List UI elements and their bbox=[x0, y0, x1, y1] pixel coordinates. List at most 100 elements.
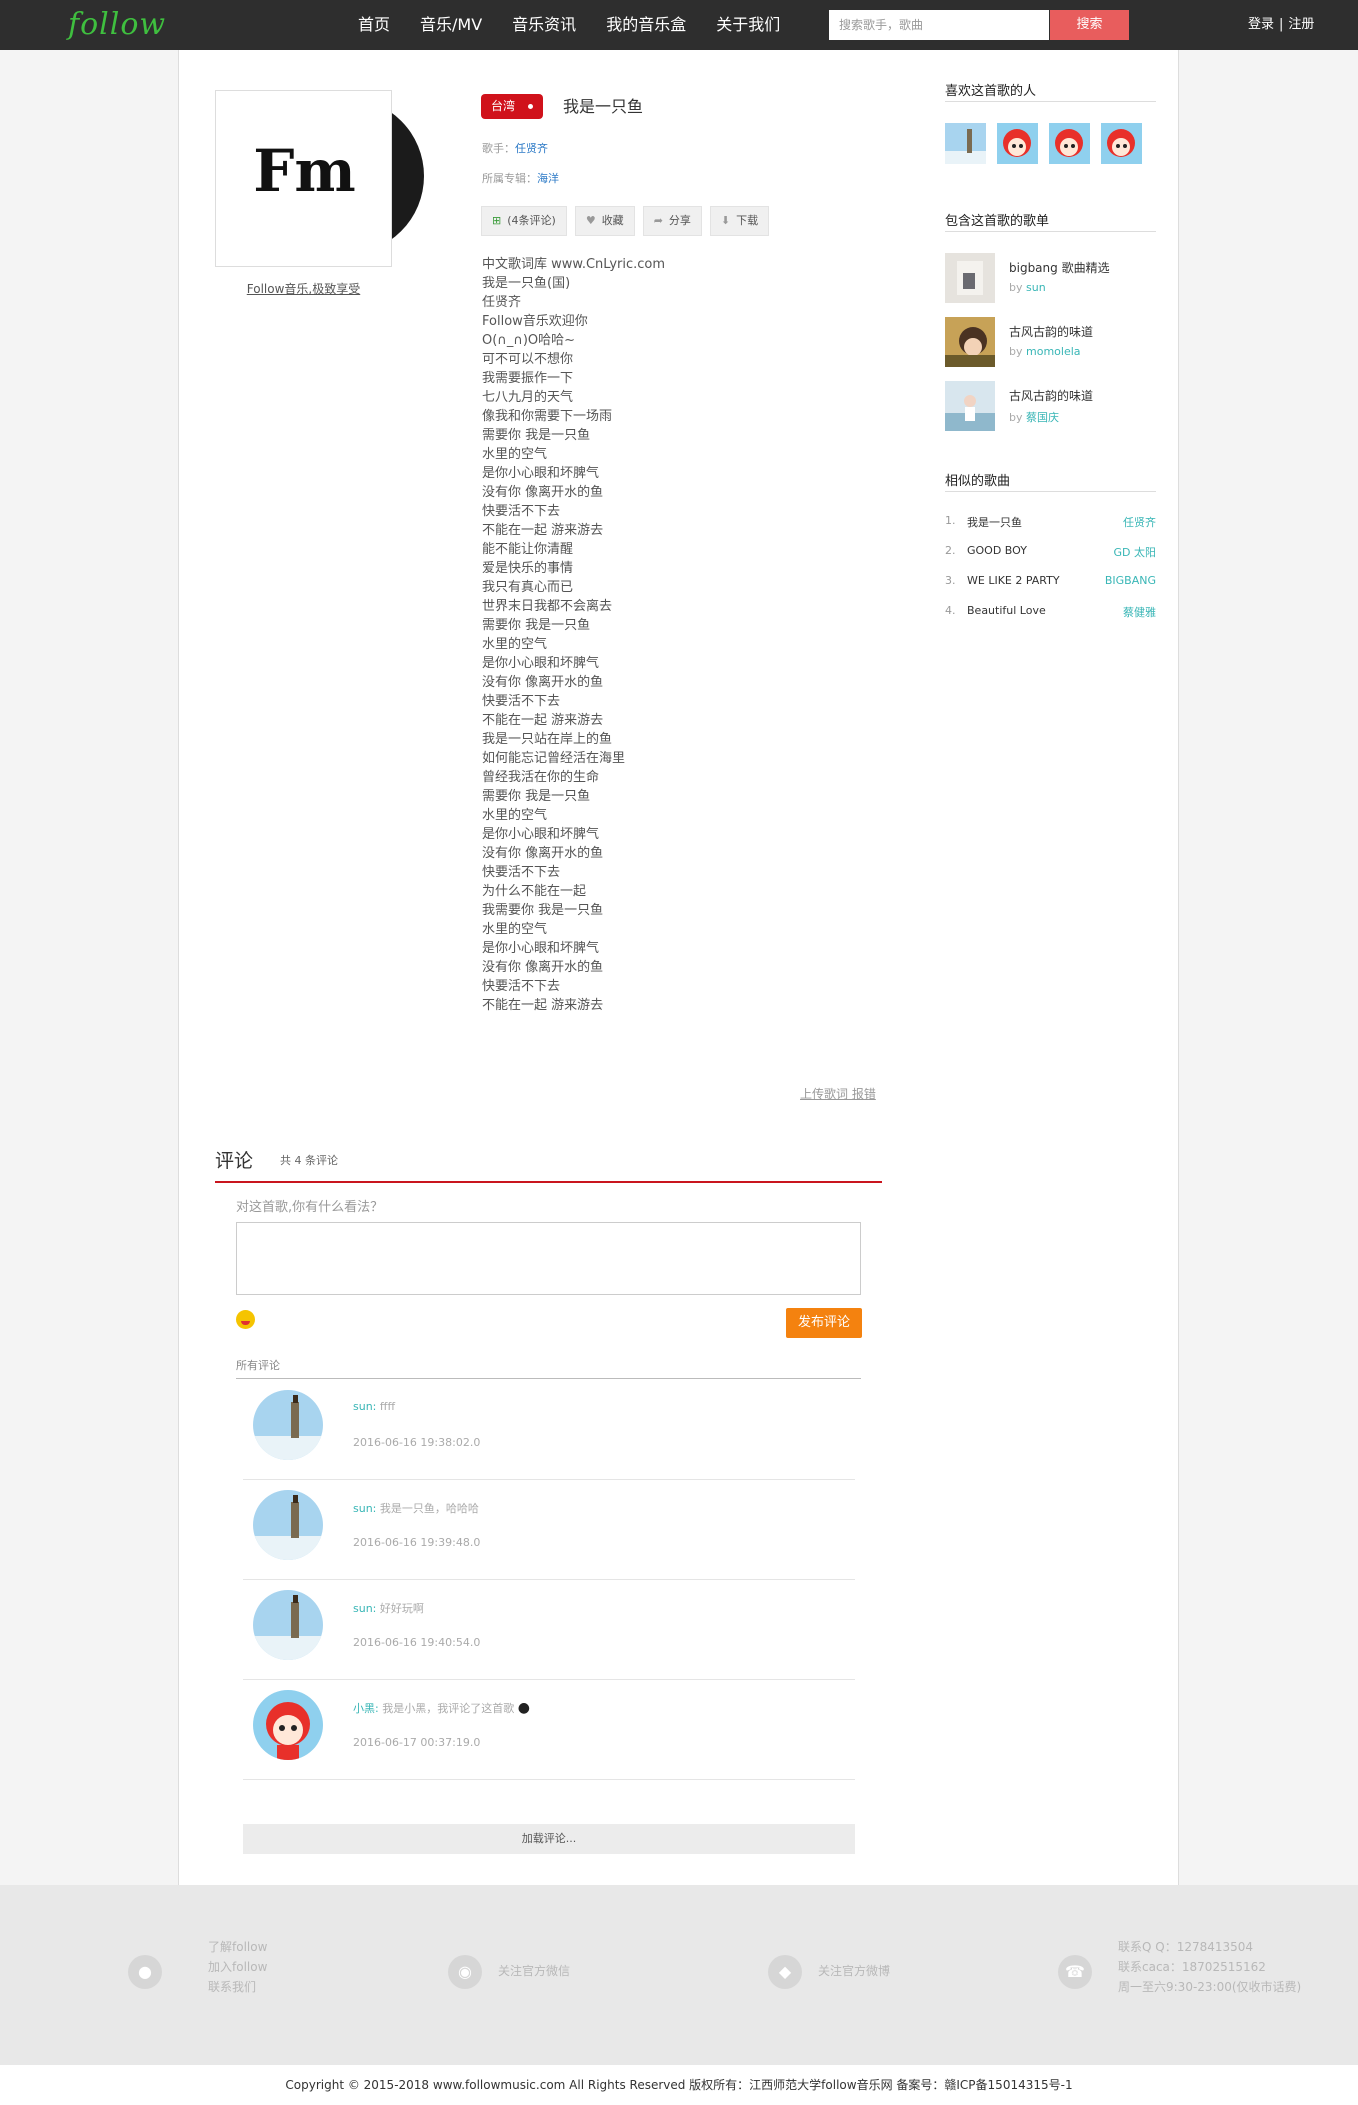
upload-lyrics-link[interactable]: 上传歌词 报错 bbox=[800, 1085, 876, 1102]
similar-song-artist[interactable]: 蔡健雅 bbox=[1123, 604, 1156, 620]
lyric-line: 我是一只站在岸上的鱼 bbox=[482, 732, 613, 747]
lyric-line: 快要活不下去 bbox=[482, 979, 561, 994]
playlist-user[interactable]: 蔡国庆 bbox=[1026, 411, 1059, 424]
nav-music-news[interactable]: 音乐资讯 bbox=[512, 0, 576, 50]
footer-qq: 联系Q Q：1278413504 bbox=[1118, 1940, 1254, 1954]
comment-user[interactable]: sun: bbox=[353, 1400, 376, 1413]
download-button[interactable]: ⬇ 下载 bbox=[709, 206, 770, 236]
nav-about-us[interactable]: 关于我们 bbox=[716, 0, 780, 50]
register-link[interactable]: 注册 bbox=[1288, 17, 1314, 32]
playlist-item[interactable]: bigbang 歌曲精选 by sun bbox=[945, 253, 1156, 303]
post-comment-button[interactable]: 发布评论 bbox=[786, 1308, 862, 1338]
cover-caption-link[interactable]: Follow音乐,极致享受 bbox=[215, 280, 392, 297]
similar-song-artist[interactable]: 任贤齐 bbox=[1123, 514, 1156, 530]
lyric-line: 没有你 像离开水的鱼 bbox=[482, 960, 604, 975]
comment-content: sun: 我是一只鱼，哈哈哈 bbox=[353, 1500, 479, 1516]
lyric-line: 快要活不下去 bbox=[482, 504, 561, 519]
nav-music-mv[interactable]: 音乐/MV bbox=[420, 0, 482, 50]
comment-user[interactable]: sun: bbox=[353, 1502, 376, 1515]
lyric-line: 是你小心眼和坏脾气 bbox=[482, 466, 600, 481]
similar-song-item[interactable]: 4. Beautiful Love 蔡健雅 bbox=[945, 604, 1156, 622]
nav-home[interactable]: 首页 bbox=[358, 0, 390, 50]
album-label: 所属专辑： bbox=[482, 172, 537, 185]
lyric-line: 爱是快乐的事情 bbox=[482, 561, 574, 576]
lyric-line: 水里的空气 bbox=[482, 637, 548, 652]
playlist-name: bigbang 歌曲精选 bbox=[1009, 261, 1110, 275]
footer-about-follow[interactable]: 了解follow bbox=[208, 1937, 267, 1957]
share-icon: ➦ bbox=[653, 214, 663, 227]
footer-join-follow[interactable]: 加入follow bbox=[208, 1957, 267, 1977]
similar-song-item[interactable]: 3. WE LIKE 2 PARTY BIGBANG bbox=[945, 574, 1156, 592]
comment-textarea[interactable] bbox=[236, 1222, 861, 1295]
footer-contact-us[interactable]: 联系我们 bbox=[208, 1977, 267, 1997]
comment-user[interactable]: 小黑: bbox=[353, 1702, 379, 1715]
avatar[interactable] bbox=[253, 1590, 323, 1660]
singer-link[interactable]: 任贤齐 bbox=[515, 142, 548, 155]
avatar[interactable] bbox=[253, 1490, 323, 1560]
avatar[interactable] bbox=[1049, 123, 1090, 164]
comment-prompt: 对这首歌,你有什么看法？ bbox=[236, 1200, 384, 1215]
site-logo[interactable]: follow bbox=[68, 8, 198, 42]
similar-song-name[interactable]: WE LIKE 2 PARTY bbox=[967, 574, 1060, 587]
similar-song-item[interactable]: 1. 我是一只鱼 任贤齐 bbox=[945, 514, 1156, 532]
collect-button[interactable]: ♥ 收藏 bbox=[574, 206, 635, 236]
playlist-item[interactable]: 古风古韵的味道 by momolela bbox=[945, 317, 1156, 367]
avatar[interactable] bbox=[253, 1690, 323, 1760]
avatar[interactable] bbox=[253, 1390, 323, 1460]
footer-weibo[interactable]: 关注官方微博 bbox=[818, 1961, 890, 1981]
lyric-line: 没有你 像离开水的鱼 bbox=[482, 675, 604, 690]
playlist-user[interactable]: sun bbox=[1026, 281, 1046, 294]
avatar[interactable] bbox=[1101, 123, 1142, 164]
share-button[interactable]: ➦ 分享 bbox=[642, 206, 702, 236]
comment-text: 我是小黑，我评论了这首歌 bbox=[382, 1702, 515, 1715]
lyric-line: 能不能让你清醒 bbox=[482, 542, 574, 557]
load-more-comments-button[interactable]: 加载评论... bbox=[243, 1824, 855, 1854]
nav-my-music-box[interactable]: 我的音乐盒 bbox=[606, 0, 686, 50]
footer-about-links: 了解follow 加入follow 联系我们 bbox=[208, 1937, 267, 1997]
lyric-line: Follow音乐欢迎你 bbox=[482, 314, 588, 329]
similar-songs-title: 相似的歌曲 bbox=[945, 470, 1156, 492]
search-input[interactable]: 搜索歌手，歌曲 bbox=[829, 10, 1049, 40]
avatar[interactable] bbox=[997, 123, 1038, 164]
playlist-item[interactable]: 古风古韵的味道 by 蔡国庆 bbox=[945, 381, 1156, 431]
comment-user[interactable]: sun: bbox=[353, 1602, 376, 1615]
avatar[interactable] bbox=[945, 123, 986, 164]
footer-wechat[interactable]: 关注官方微信 bbox=[498, 1961, 570, 1981]
playlist-user[interactable]: momolela bbox=[1026, 345, 1081, 358]
weibo-icon[interactable]: ◆ bbox=[768, 1955, 802, 1989]
similar-song-name[interactable]: 我是一只鱼 bbox=[967, 514, 1022, 530]
user-icon: ● bbox=[128, 1955, 162, 1989]
playlist-cover bbox=[945, 253, 995, 303]
search-button[interactable]: 搜索 bbox=[1050, 10, 1129, 40]
similar-song-name[interactable]: Beautiful Love bbox=[967, 604, 1046, 617]
playlist-by: by bbox=[1009, 345, 1023, 358]
lyric-line: 可不可以不想你 bbox=[482, 352, 574, 367]
collect-button-label: 收藏 bbox=[601, 214, 624, 227]
similar-song-artist[interactable]: BIGBANG bbox=[1105, 574, 1156, 587]
emoji-picker-icon[interactable] bbox=[236, 1310, 255, 1329]
wechat-icon[interactable]: ◉ bbox=[448, 1955, 482, 1989]
similar-song-artist[interactable]: GD 太阳 bbox=[1114, 544, 1157, 560]
similar-song-number: 1. bbox=[945, 514, 956, 527]
lyric-line: O(∩_∩)O哈哈~ bbox=[482, 333, 576, 348]
album-link[interactable]: 海洋 bbox=[537, 172, 559, 185]
auth-separator: | bbox=[1279, 17, 1284, 32]
comment-text: ffff bbox=[379, 1400, 396, 1413]
lyric-line: 是你小心眼和坏脾气 bbox=[482, 656, 600, 671]
playlist-owner: by 蔡国庆 bbox=[1009, 409, 1059, 425]
comment-time: 2016-06-17 00:37:19.0 bbox=[353, 1736, 481, 1749]
playlist-owner: by sun bbox=[1009, 281, 1046, 294]
comments-count: 共 4 条评论 bbox=[280, 1154, 338, 1167]
share-button-label: 分享 bbox=[668, 214, 691, 227]
lyric-line: 水里的空气 bbox=[482, 922, 548, 937]
comment-button[interactable]: ⊞ (4条评论) bbox=[481, 206, 567, 236]
login-link[interactable]: 登录 bbox=[1248, 17, 1274, 32]
lyric-line: 中文歌词库 www.CnLyric.com bbox=[482, 257, 666, 272]
playlist-cover bbox=[945, 381, 995, 431]
similar-song-item[interactable]: 2. GOOD BOY GD 太阳 bbox=[945, 544, 1156, 562]
auth-links: 登录 | 注册 bbox=[1248, 0, 1314, 50]
similar-song-name[interactable]: GOOD BOY bbox=[967, 544, 1027, 557]
lyric-line: 是你小心眼和坏脾气 bbox=[482, 827, 600, 842]
copyright: Copyright © 2015-2018 www.followmusic.co… bbox=[0, 2065, 1358, 2105]
region-dot-icon bbox=[528, 104, 533, 109]
